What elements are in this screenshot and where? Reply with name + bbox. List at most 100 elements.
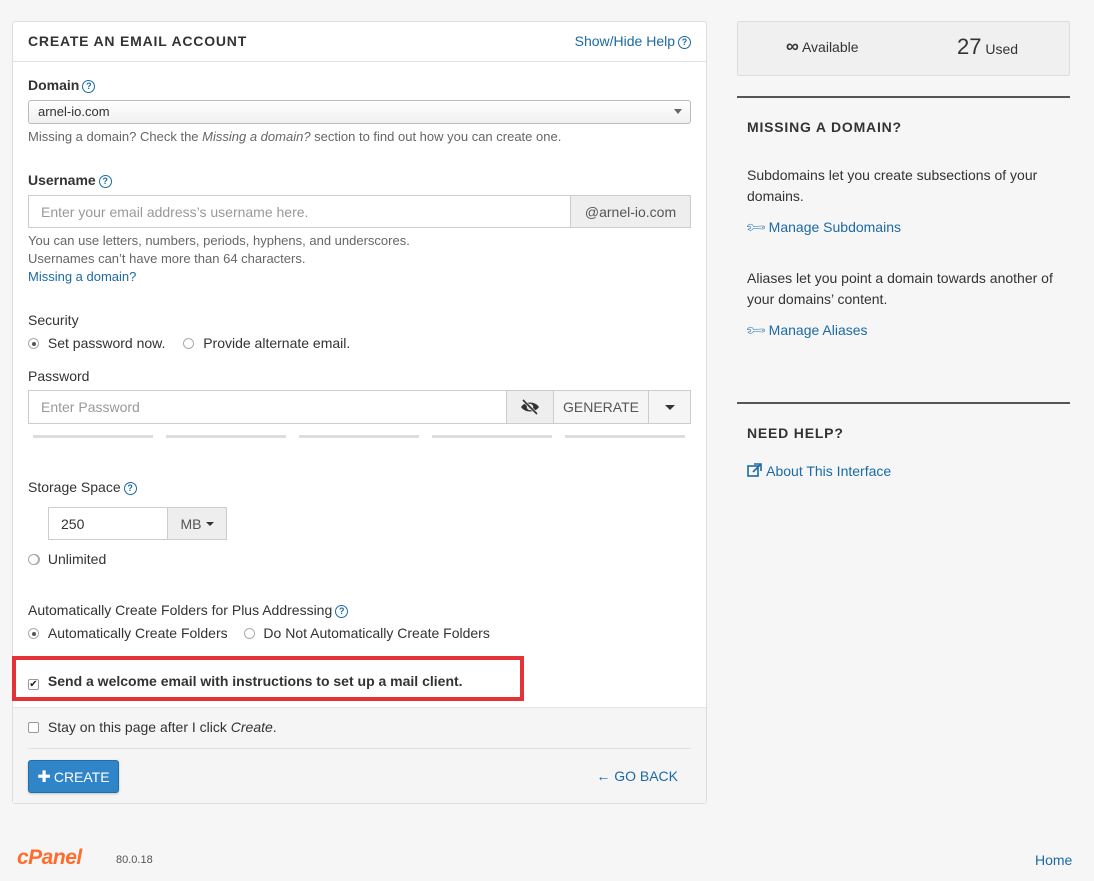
- go-back-link[interactable]: ← GO BACK: [596, 768, 678, 784]
- manage-aliases-link[interactable]: 🔧︎ Manage Aliases: [744, 318, 868, 342]
- storage-help-icon[interactable]: ?: [123, 482, 137, 495]
- account-stats: ∞ Available 27 Used: [737, 21, 1070, 76]
- footer-divider: [28, 748, 691, 749]
- sidebar-divider: [737, 402, 1070, 404]
- plus-label-text: Automatically Create Folders for Plus Ad…: [28, 602, 333, 618]
- strength-segment: [299, 435, 419, 438]
- domain-label-text: Domain: [28, 77, 80, 93]
- no-auto-folders-label: Do Not Automatically Create Folders: [263, 625, 490, 641]
- strength-segment: [166, 435, 286, 438]
- auto-create-folders-label: Automatically Create Folders: [47, 625, 228, 641]
- domain-help-suffix: section to find out how you can create o…: [310, 129, 562, 144]
- about-interface-link[interactable]: About This Interface: [747, 463, 891, 479]
- manage-subdomains-link[interactable]: 🔧︎ Manage Subdomains: [744, 215, 901, 239]
- chevron-down-icon: [674, 109, 682, 114]
- password-label: Password: [28, 368, 90, 384]
- alternate-email-label: Provide alternate email.: [203, 335, 351, 351]
- domain-select[interactable]: arnel-io.com: [28, 100, 691, 124]
- aliases-text: Aliases let you point a domain towards a…: [747, 270, 1053, 307]
- used-count: 27: [957, 34, 982, 59]
- domain-help-icon[interactable]: ?: [82, 80, 96, 93]
- missing-domain-heading: MISSING A DOMAIN?: [747, 119, 902, 135]
- create-button[interactable]: ✚ CREATE: [28, 760, 119, 793]
- manage-aliases-label: Manage Aliases: [768, 322, 868, 338]
- home-link[interactable]: Home: [1035, 852, 1072, 868]
- subdomains-text: Subdomains let you create subsections of…: [747, 167, 1038, 204]
- strength-segment: [432, 435, 552, 438]
- wrench-icon: 🔧︎: [743, 318, 768, 343]
- strength-segment: [33, 435, 153, 438]
- welcome-email-highlight: [12, 656, 524, 701]
- domain-help-prefix: Missing a domain? Check the: [28, 129, 203, 144]
- storage-unlimited-label: Unlimited: [47, 551, 107, 567]
- security-label: Security: [28, 312, 79, 328]
- manage-subdomains-label: Manage Subdomains: [768, 219, 901, 235]
- username-label-text: Username: [28, 172, 96, 188]
- password-strength-meter: [33, 435, 685, 438]
- storage-unlimited-radio[interactable]: [28, 554, 39, 565]
- storage-label-text: Storage Space: [28, 479, 121, 495]
- username-placeholder: Enter your email address’s username here…: [41, 203, 309, 220]
- show-hide-help-link[interactable]: Show/Hide Help?: [575, 33, 691, 49]
- caret-down-icon: [205, 521, 214, 526]
- username-input[interactable]: Enter your email address’s username here…: [28, 195, 571, 228]
- cpanel-logo-text: cPanel: [17, 846, 82, 869]
- toggle-visibility-button[interactable]: [506, 390, 554, 424]
- panel-header: CREATE AN EMAIL ACCOUNT Show/Hide Help?: [13, 22, 706, 62]
- storage-unit-label: MB: [180, 515, 202, 532]
- storage-unit-dropdown[interactable]: MB: [167, 507, 227, 540]
- username-help-2: Usernames can’t have more than 64 charac…: [28, 251, 306, 266]
- generate-options-dropdown[interactable]: [648, 390, 691, 424]
- username-suffix-text: @arnel-io.com: [584, 203, 677, 220]
- strength-segment: [565, 435, 685, 438]
- available-label: Available: [801, 39, 859, 55]
- alternate-email-radio[interactable]: [183, 338, 195, 349]
- plus-addressing-label: Automatically Create Folders for Plus Ad…: [28, 602, 349, 618]
- sidebar-divider: [737, 96, 1070, 98]
- no-auto-folders-radio[interactable]: [243, 628, 255, 639]
- infinity-icon: ∞: [786, 36, 799, 56]
- version-number: 80.0.18: [116, 854, 153, 866]
- username-help-1: You can use letters, numbers, periods, h…: [28, 233, 410, 248]
- used-stat: 27 Used: [957, 34, 1018, 60]
- set-password-radio[interactable]: [28, 338, 39, 349]
- arrow-left-icon: ←: [596, 768, 611, 784]
- missing-domain-link[interactable]: Missing a domain?: [28, 269, 136, 284]
- generate-button[interactable]: GENERATE: [553, 390, 649, 424]
- storage-label: Storage Space?: [28, 479, 137, 495]
- password-input[interactable]: Enter Password: [28, 390, 507, 424]
- storage-unlimited-option: Unlimited: [28, 551, 106, 567]
- about-interface-label: About This Interface: [766, 463, 892, 479]
- go-back-label: GO BACK: [614, 768, 678, 784]
- auto-create-folders-radio[interactable]: [28, 628, 39, 639]
- password-placeholder: Enter Password: [41, 399, 140, 415]
- cpanel-logo[interactable]: cPanel: [17, 846, 82, 870]
- domain-help-em: Missing a domain?: [202, 129, 311, 144]
- wrench-icon: 🔧︎: [743, 215, 768, 240]
- domain-help-text: Missing a domain? Check the Missing a do…: [28, 129, 561, 144]
- external-link-icon: [747, 463, 762, 477]
- storage-value: 250: [61, 515, 85, 532]
- plus-help-icon[interactable]: ?: [335, 605, 349, 618]
- stay-on-page-option: Stay on this page after I click Create.: [28, 719, 277, 735]
- plus-radio-group: Automatically Create Folders Do Not Auto…: [28, 625, 490, 641]
- username-label: Username?: [28, 172, 112, 188]
- storage-input[interactable]: 250: [48, 507, 168, 540]
- create-label: CREATE: [53, 768, 110, 785]
- set-password-label: Set password now.: [47, 335, 166, 351]
- help-toggle-label: Show/Hide Help: [574, 33, 675, 49]
- domain-select-value: arnel-io.com: [38, 104, 110, 119]
- stay-on-page-suffix: .: [272, 719, 277, 735]
- stay-on-page-checkbox[interactable]: [28, 722, 39, 733]
- used-label: Used: [985, 41, 1019, 57]
- available-stat: ∞ Available: [786, 36, 859, 57]
- username-help-icon[interactable]: ?: [98, 175, 112, 188]
- form-footer: Stay on this page after I click Create. …: [13, 707, 706, 803]
- eye-slash-icon: [521, 399, 539, 415]
- question-icon: ?: [678, 36, 691, 49]
- generate-label: GENERATE: [563, 399, 639, 415]
- panel-title: CREATE AN EMAIL ACCOUNT: [28, 33, 248, 49]
- stay-on-page-em: Create: [230, 719, 273, 735]
- need-help-heading: NEED HELP?: [747, 425, 844, 441]
- caret-down-icon: [664, 404, 675, 410]
